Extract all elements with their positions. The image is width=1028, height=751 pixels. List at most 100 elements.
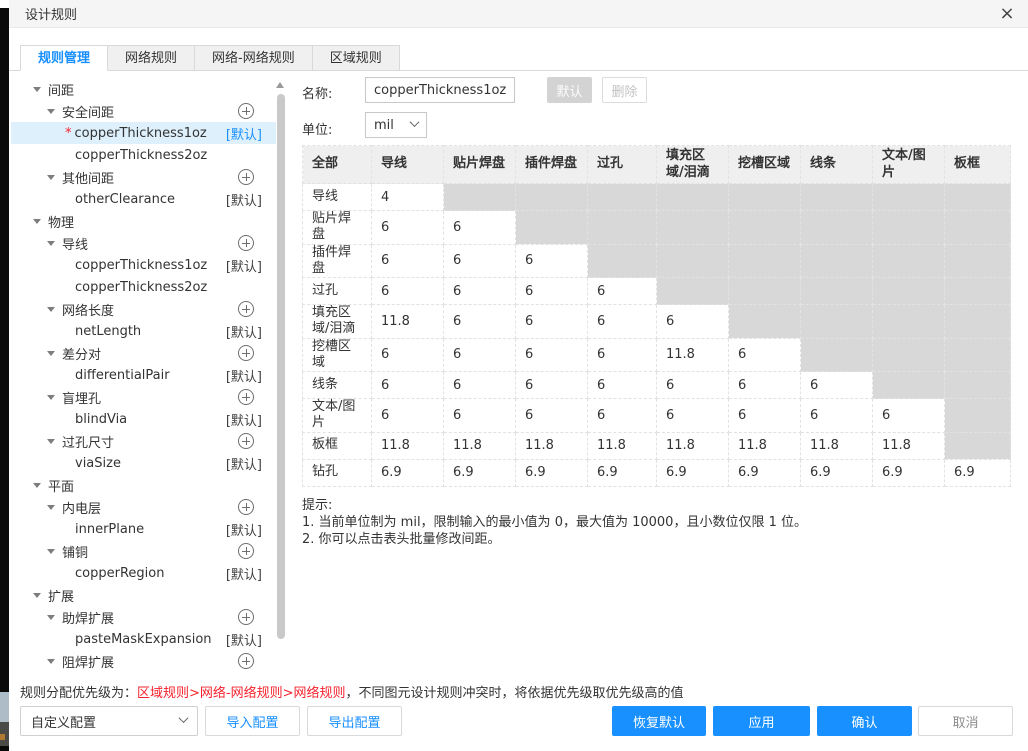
matrix-cell[interactable]: 6.9 — [587, 458, 657, 487]
matrix-cell[interactable]: 6.9 — [515, 458, 588, 487]
matrix-row-header[interactable]: 插件焊盘 — [302, 243, 372, 278]
matrix-col-header-5[interactable]: 填充区域/泪滴 — [656, 145, 729, 184]
matrix-cell[interactable]: 11.8 — [371, 431, 444, 460]
matrix-cell[interactable]: 6 — [443, 337, 516, 372]
tree-item-14[interactable]: 盲埋孔 — [11, 386, 276, 408]
tree-item-12[interactable]: 差分对 — [11, 342, 276, 364]
tab-net-net-rules[interactable]: 网络-网络规则 — [194, 45, 313, 71]
confirm-button[interactable]: 确认 — [817, 706, 912, 736]
tab-net-rules[interactable]: 网络规则 — [107, 45, 196, 71]
matrix-cell[interactable]: 4 — [371, 183, 444, 211]
tree-item-5[interactable]: otherClearance [默认] — [11, 188, 276, 210]
matrix-row-header[interactable]: 线条 — [302, 371, 372, 399]
expand-arrow-icon[interactable] — [47, 394, 55, 400]
expand-arrow-icon[interactable] — [47, 174, 55, 180]
matrix-cell[interactable]: 6 — [587, 371, 657, 399]
matrix-cell[interactable]: 11.8 — [443, 431, 516, 460]
matrix-cell[interactable]: 6.9 — [656, 458, 729, 487]
matrix-cell[interactable]: 6 — [443, 210, 516, 245]
matrix-cell[interactable]: 6 — [371, 243, 444, 278]
expand-arrow-icon[interactable] — [47, 306, 55, 312]
tree-item-6[interactable]: 物理 — [11, 210, 276, 232]
scrollbar-thumb[interactable] — [276, 94, 285, 639]
matrix-cell[interactable]: 6 — [443, 277, 516, 305]
expand-arrow-icon[interactable] — [47, 438, 55, 444]
tab-rule-management[interactable]: 规则管理 — [20, 45, 109, 71]
tree-item-20[interactable]: innerPlane [默认] — [11, 518, 276, 540]
tree-item-22[interactable]: copperRegion [默认] — [11, 562, 276, 584]
tree-item-16[interactable]: 过孔尺寸 — [11, 430, 276, 452]
delete-button[interactable]: 删除 — [602, 77, 647, 103]
matrix-cell[interactable]: 6 — [656, 371, 729, 399]
expand-arrow-icon[interactable] — [33, 592, 41, 598]
add-rule-icon[interactable] — [238, 609, 254, 625]
matrix-cell[interactable]: 6 — [515, 371, 588, 399]
matrix-cell[interactable]: 6 — [371, 210, 444, 245]
expand-arrow-icon[interactable] — [47, 614, 55, 620]
matrix-cell[interactable]: 6 — [587, 277, 657, 305]
matrix-cell[interactable]: 11.8 — [371, 304, 444, 339]
matrix-row-header[interactable]: 导线 — [302, 183, 372, 211]
expand-arrow-icon[interactable] — [47, 350, 55, 356]
matrix-cell[interactable]: 6 — [656, 304, 729, 339]
expand-arrow-icon[interactable] — [47, 504, 55, 510]
tree-item-24[interactable]: 助焊扩展 — [11, 606, 276, 628]
matrix-cell[interactable]: 6 — [728, 398, 801, 433]
matrix-cell[interactable]: 6 — [800, 371, 873, 399]
expand-arrow-icon[interactable] — [33, 86, 41, 92]
matrix-cell[interactable]: 6 — [656, 398, 729, 433]
matrix-col-header-8[interactable]: 文本/图片 — [872, 145, 945, 184]
tree-item-13[interactable]: differentialPair [默认] — [11, 364, 276, 386]
matrix-cell[interactable]: 6.9 — [728, 458, 801, 487]
matrix-cell[interactable]: 6 — [371, 398, 444, 433]
add-rule-icon[interactable] — [238, 345, 254, 361]
add-rule-icon[interactable] — [238, 389, 254, 405]
matrix-cell[interactable]: 6 — [515, 243, 588, 278]
matrix-cell[interactable]: 6 — [443, 398, 516, 433]
tree-item-1[interactable]: 安全间距 — [11, 100, 276, 122]
matrix-cell[interactable]: 11.8 — [728, 431, 801, 460]
matrix-cell[interactable]: 6 — [800, 398, 873, 433]
matrix-col-header-7[interactable]: 线条 — [800, 145, 873, 184]
matrix-cell[interactable]: 6 — [371, 371, 444, 399]
close-icon[interactable]: × — [992, 0, 1022, 28]
matrix-row-header[interactable]: 板框 — [302, 431, 372, 460]
matrix-col-header-0[interactable]: 全部 — [302, 145, 372, 184]
rule-name-input[interactable] — [365, 77, 515, 103]
matrix-cell[interactable]: 6 — [515, 304, 588, 339]
matrix-cell[interactable]: 6.9 — [371, 458, 444, 487]
tree-item-26[interactable]: 阻焊扩展 — [11, 650, 276, 672]
matrix-cell[interactable]: 6 — [371, 337, 444, 372]
matrix-cell[interactable]: 6 — [515, 337, 588, 372]
scrollbar-up-arrow-icon[interactable] — [276, 82, 284, 88]
matrix-cell[interactable]: 11.8 — [587, 431, 657, 460]
expand-arrow-icon[interactable] — [47, 548, 55, 554]
cancel-button[interactable]: 取消 — [918, 706, 1013, 736]
matrix-cell[interactable]: 6.9 — [944, 458, 1011, 487]
matrix-cell[interactable]: 11.8 — [656, 431, 729, 460]
export-config-button[interactable]: 导出配置 — [307, 706, 402, 736]
matrix-cell[interactable]: 6 — [728, 337, 801, 372]
matrix-cell[interactable]: 6 — [587, 304, 657, 339]
matrix-col-header-4[interactable]: 过孔 — [587, 145, 657, 184]
matrix-row-header[interactable]: 挖槽区域 — [302, 337, 372, 372]
tree-item-18[interactable]: 平面 — [11, 474, 276, 496]
tree-item-23[interactable]: 扩展 — [11, 584, 276, 606]
tree-item-3[interactable]: copperThickness2oz — [11, 144, 276, 166]
matrix-cell[interactable]: 11.8 — [656, 337, 729, 372]
matrix-cell[interactable]: 6.9 — [443, 458, 516, 487]
matrix-cell[interactable]: 6.9 — [800, 458, 873, 487]
tab-region-rules[interactable]: 区域规则 — [311, 45, 400, 71]
matrix-row-header[interactable]: 过孔 — [302, 277, 372, 305]
expand-arrow-icon[interactable] — [47, 108, 55, 114]
expand-arrow-icon[interactable] — [33, 482, 41, 488]
matrix-cell[interactable]: 6 — [443, 371, 516, 399]
matrix-cell[interactable]: 11.8 — [800, 431, 873, 460]
matrix-cell[interactable]: 6 — [587, 398, 657, 433]
matrix-col-header-2[interactable]: 贴片焊盘 — [443, 145, 516, 184]
matrix-row-header[interactable]: 填充区域/泪滴 — [302, 304, 372, 339]
restore-default-button[interactable]: 恢复默认 — [612, 706, 706, 736]
tree-item-15[interactable]: blindVia [默认] — [11, 408, 276, 430]
matrix-row-header[interactable]: 贴片焊盘 — [302, 210, 372, 245]
expand-arrow-icon[interactable] — [47, 658, 55, 664]
